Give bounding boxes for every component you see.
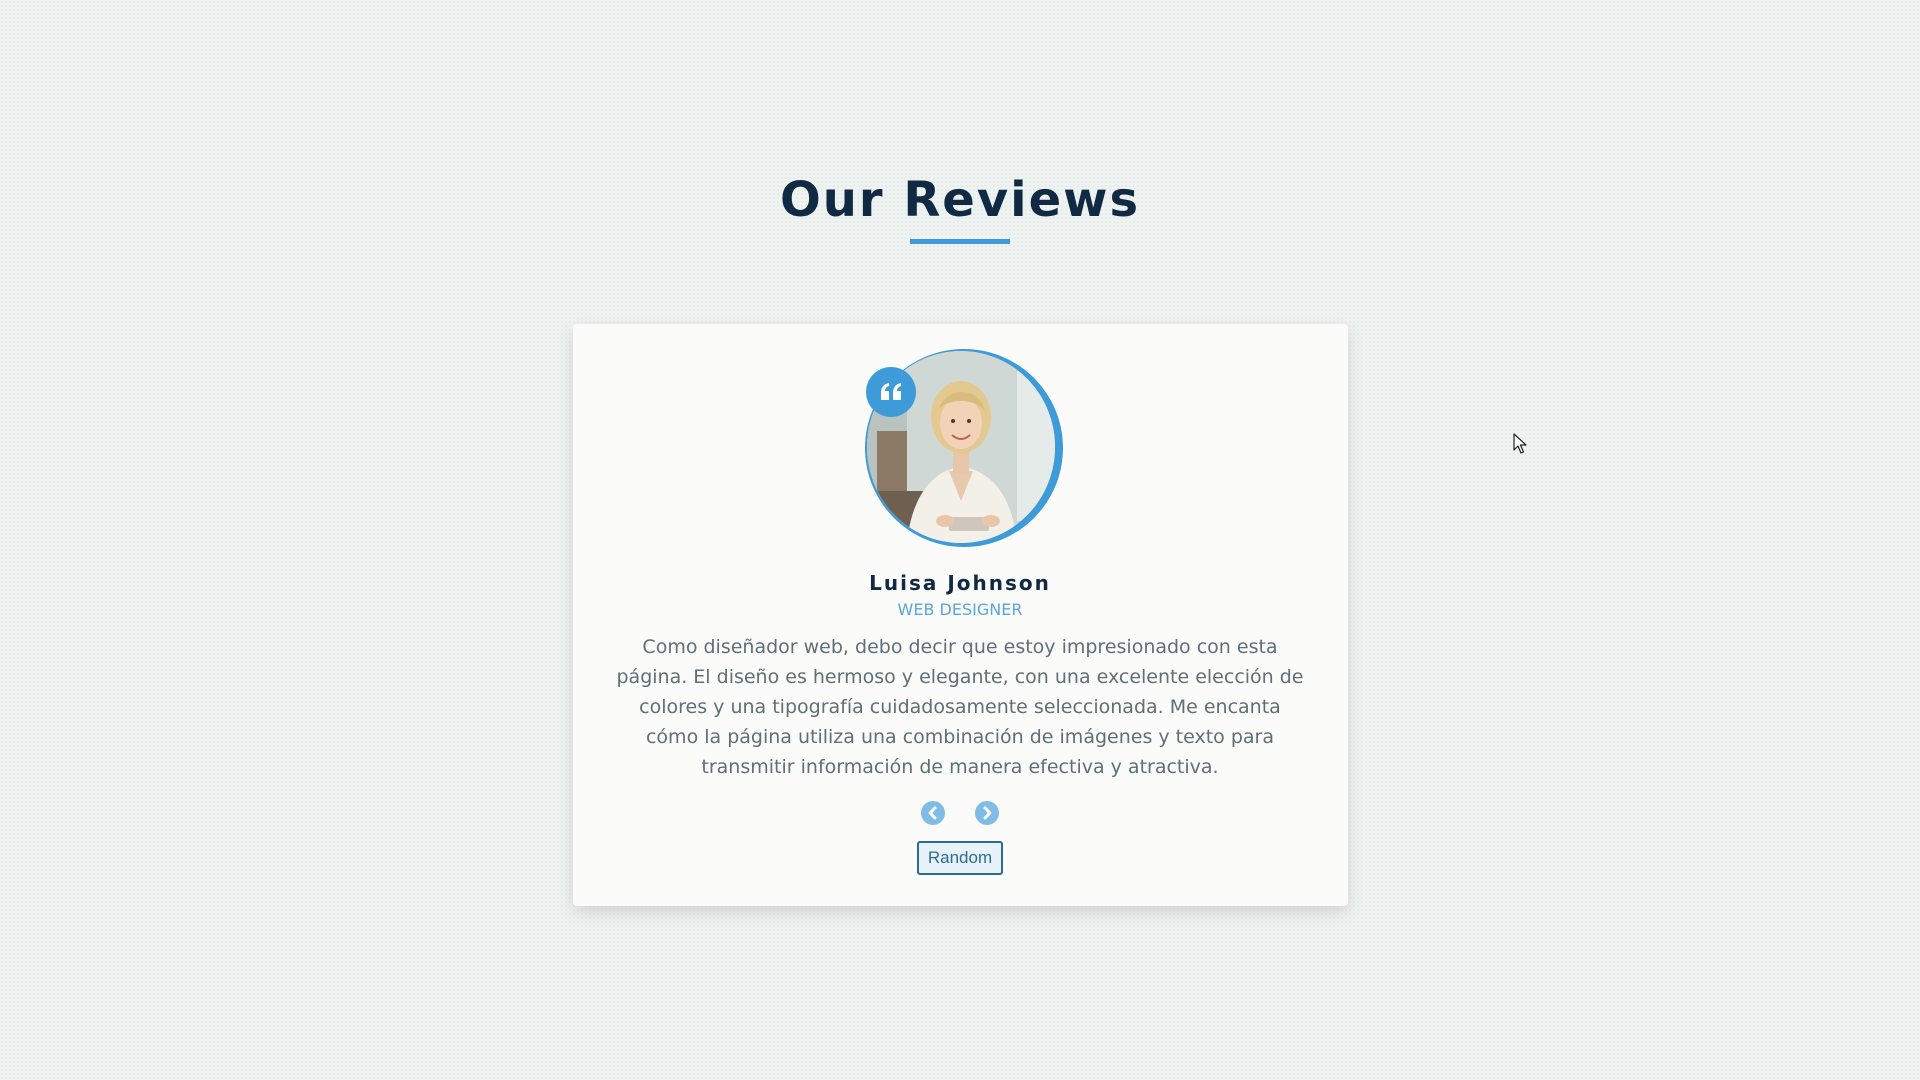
- prev-review-button[interactable]: [921, 801, 945, 825]
- title-underline: [910, 239, 1010, 244]
- chevron-right-icon: [983, 806, 992, 820]
- review-text: Como diseñador web, debo decir que estoy…: [616, 636, 1304, 778]
- reviewer-job: WEB DESIGNER: [897, 600, 1023, 619]
- page-title: Our Reviews: [779, 172, 1141, 228]
- next-review-button[interactable]: [975, 801, 999, 825]
- random-review-button[interactable]: Random: [917, 841, 1003, 875]
- reviewer-name: Luisa Johnson: [869, 571, 1051, 595]
- page: Our Reviews Luisa Johnson WEB DESIGNER C…: [0, 0, 1920, 1080]
- mouse-cursor-icon: [1513, 433, 1527, 454]
- chevron-left-icon: [928, 806, 937, 820]
- quote-icon: [866, 367, 916, 417]
